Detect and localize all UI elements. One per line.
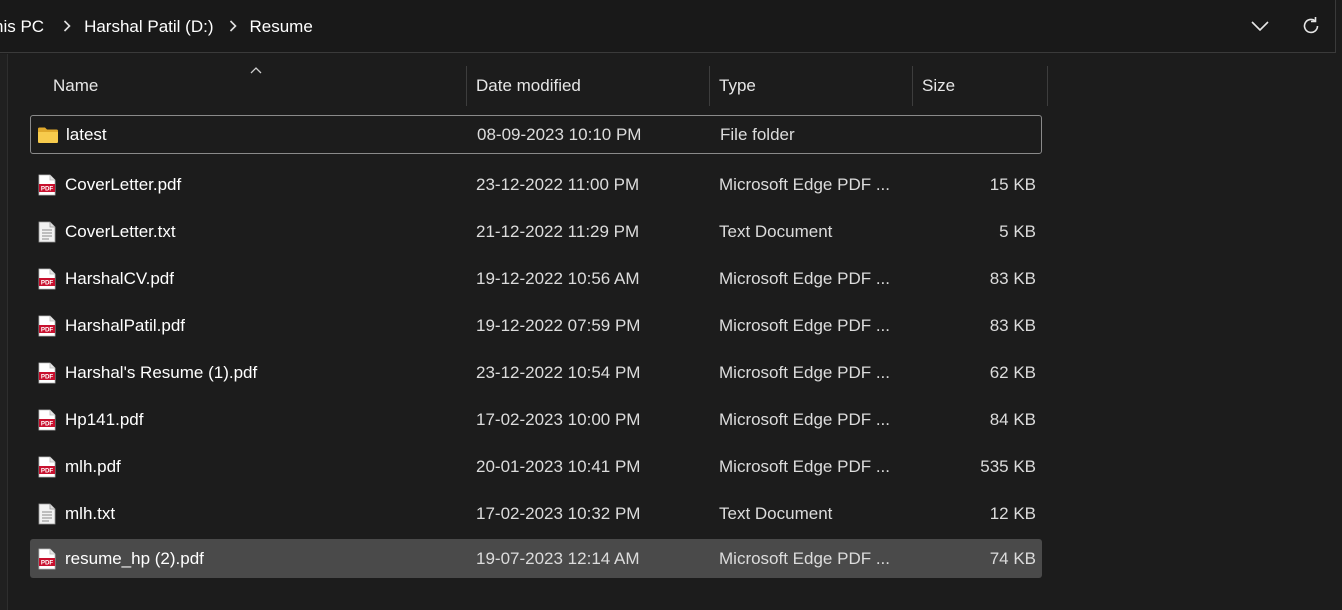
- file-size: 5 KB: [999, 221, 1036, 241]
- folder-icon: [36, 116, 60, 153]
- file-size: 83 KB: [989, 268, 1036, 288]
- refresh-icon[interactable]: [1297, 12, 1325, 40]
- date-modified: 23-12-2022 11:00 PM: [476, 174, 640, 194]
- date-modified: 20-01-2023 10:41 PM: [476, 456, 641, 476]
- file-row[interactable]: CoverLetter.txt 21-12-2022 11:29 PM Text D…: [30, 212, 1042, 251]
- breadcrumb-this-pc[interactable]: his PC: [0, 17, 44, 37]
- column-resize-handle[interactable]: [466, 66, 467, 106]
- file-name: HarshalPatil.pdf: [65, 315, 186, 335]
- file-size: 15 KB: [989, 174, 1036, 194]
- file-type: Text Document: [719, 221, 833, 241]
- chevron-down-icon[interactable]: [1246, 12, 1274, 40]
- file-type: Text Document: [719, 503, 833, 523]
- column-resize-handle[interactable]: [1047, 66, 1048, 106]
- pdf-icon: PDF: [35, 165, 59, 204]
- breadcrumb: his PC Harshal Patil (D:) Resume: [0, 0, 313, 53]
- file-size: 84 KB: [989, 409, 1036, 429]
- file-row[interactable]: PDF Harshal's Resume (1).pdf 23-12-2022 10…: [30, 353, 1042, 392]
- pdf-icon: PDF: [35, 400, 59, 439]
- column-header-date[interactable]: Date modified: [476, 66, 581, 106]
- file-size: 74 KB: [989, 548, 1036, 568]
- file-row[interactable]: PDF HarshalCV.pdf 19-12-2022 10:56 AM Micro…: [30, 259, 1042, 298]
- chevron-right-icon[interactable]: [222, 19, 244, 32]
- date-modified: 17-02-2023 10:32 PM: [476, 503, 641, 523]
- date-modified: 19-12-2022 07:59 PM: [476, 315, 641, 335]
- column-resize-handle[interactable]: [912, 66, 913, 106]
- file-name: mlh.txt: [65, 503, 116, 523]
- date-modified: 08-09-2023 10:10 PM: [477, 124, 642, 144]
- text-file-icon: [35, 494, 59, 533]
- pdf-icon: PDF: [35, 259, 59, 298]
- pdf-icon: PDF: [35, 539, 59, 578]
- file-row[interactable]: mlh.txt 17-02-2023 10:32 PM Text Document 1…: [30, 494, 1042, 533]
- column-header-type[interactable]: Type: [719, 66, 756, 106]
- date-modified: 21-12-2022 11:29 PM: [476, 221, 640, 241]
- file-type: Microsoft Edge PDF ...: [719, 456, 890, 476]
- svg-text:PDF: PDF: [41, 185, 54, 192]
- pdf-icon: PDF: [35, 306, 59, 345]
- file-name: resume_hp (2).pdf: [65, 548, 204, 568]
- file-type: File folder: [720, 124, 795, 144]
- address-bar[interactable]: his PC Harshal Patil (D:) Resume: [0, 0, 1336, 53]
- file-size: 62 KB: [989, 362, 1036, 382]
- pdf-icon: PDF: [35, 353, 59, 392]
- file-size: 83 KB: [989, 315, 1036, 335]
- file-type: Microsoft Edge PDF ...: [719, 362, 890, 382]
- file-type: Microsoft Edge PDF ...: [719, 548, 890, 568]
- file-type: Microsoft Edge PDF ...: [719, 409, 890, 429]
- breadcrumb-drive[interactable]: Harshal Patil (D:): [84, 17, 213, 37]
- svg-text:PDF: PDF: [41, 326, 54, 333]
- file-size: 535 KB: [980, 456, 1036, 476]
- file-row[interactable]: PDF Hp141.pdf 17-02-2023 10:00 PM Microsoft…: [30, 400, 1042, 439]
- file-type: Microsoft Edge PDF ...: [719, 268, 890, 288]
- file-row[interactable]: PDF resume_hp (2).pdf 19-07-2023 12:14 AM M…: [30, 539, 1042, 578]
- file-name: HarshalCV.pdf: [65, 268, 174, 288]
- breadcrumb-resume[interactable]: Resume: [250, 17, 313, 37]
- sort-ascending-icon: [250, 67, 262, 74]
- folder-row[interactable]: latest 08-09-2023 10:10 PM File folder: [30, 115, 1042, 154]
- file-name: latest: [66, 124, 107, 144]
- file-size: 12 KB: [989, 503, 1036, 523]
- file-row[interactable]: PDF HarshalPatil.pdf 19-12-2022 07:59 PM Mi…: [30, 306, 1042, 345]
- file-list: Name Date modified Type Size latest 08-09…: [0, 54, 1342, 610]
- date-modified: 17-02-2023 10:00 PM: [476, 409, 641, 429]
- date-modified: 19-07-2023 12:14 AM: [476, 548, 640, 568]
- chevron-right-icon[interactable]: [56, 19, 78, 32]
- pdf-icon: PDF: [35, 447, 59, 486]
- date-modified: 19-12-2022 10:56 AM: [476, 268, 640, 288]
- file-name: mlh.pdf: [65, 456, 121, 476]
- svg-text:PDF: PDF: [41, 467, 54, 474]
- svg-text:PDF: PDF: [41, 559, 54, 566]
- file-name: CoverLetter.txt: [65, 221, 176, 241]
- column-resize-handle[interactable]: [709, 66, 710, 106]
- file-name: Hp141.pdf: [65, 409, 144, 429]
- file-row[interactable]: PDF CoverLetter.pdf 23-12-2022 11:00 PM Mic…: [30, 165, 1042, 204]
- file-type: Microsoft Edge PDF ...: [719, 315, 890, 335]
- column-header-row: Name Date modified Type Size: [30, 66, 1048, 106]
- file-name: Harshal's Resume (1).pdf: [65, 362, 258, 382]
- date-modified: 23-12-2022 10:54 PM: [476, 362, 641, 382]
- svg-text:PDF: PDF: [41, 373, 54, 380]
- column-header-size[interactable]: Size: [922, 66, 955, 106]
- column-header-name[interactable]: Name: [53, 66, 98, 106]
- svg-text:PDF: PDF: [41, 279, 54, 286]
- file-name: CoverLetter.pdf: [65, 174, 182, 194]
- file-row[interactable]: PDF mlh.pdf 20-01-2023 10:41 PM Microsoft E…: [30, 447, 1042, 486]
- svg-text:PDF: PDF: [41, 420, 54, 427]
- file-type: Microsoft Edge PDF ...: [719, 174, 890, 194]
- text-file-icon: [35, 212, 59, 251]
